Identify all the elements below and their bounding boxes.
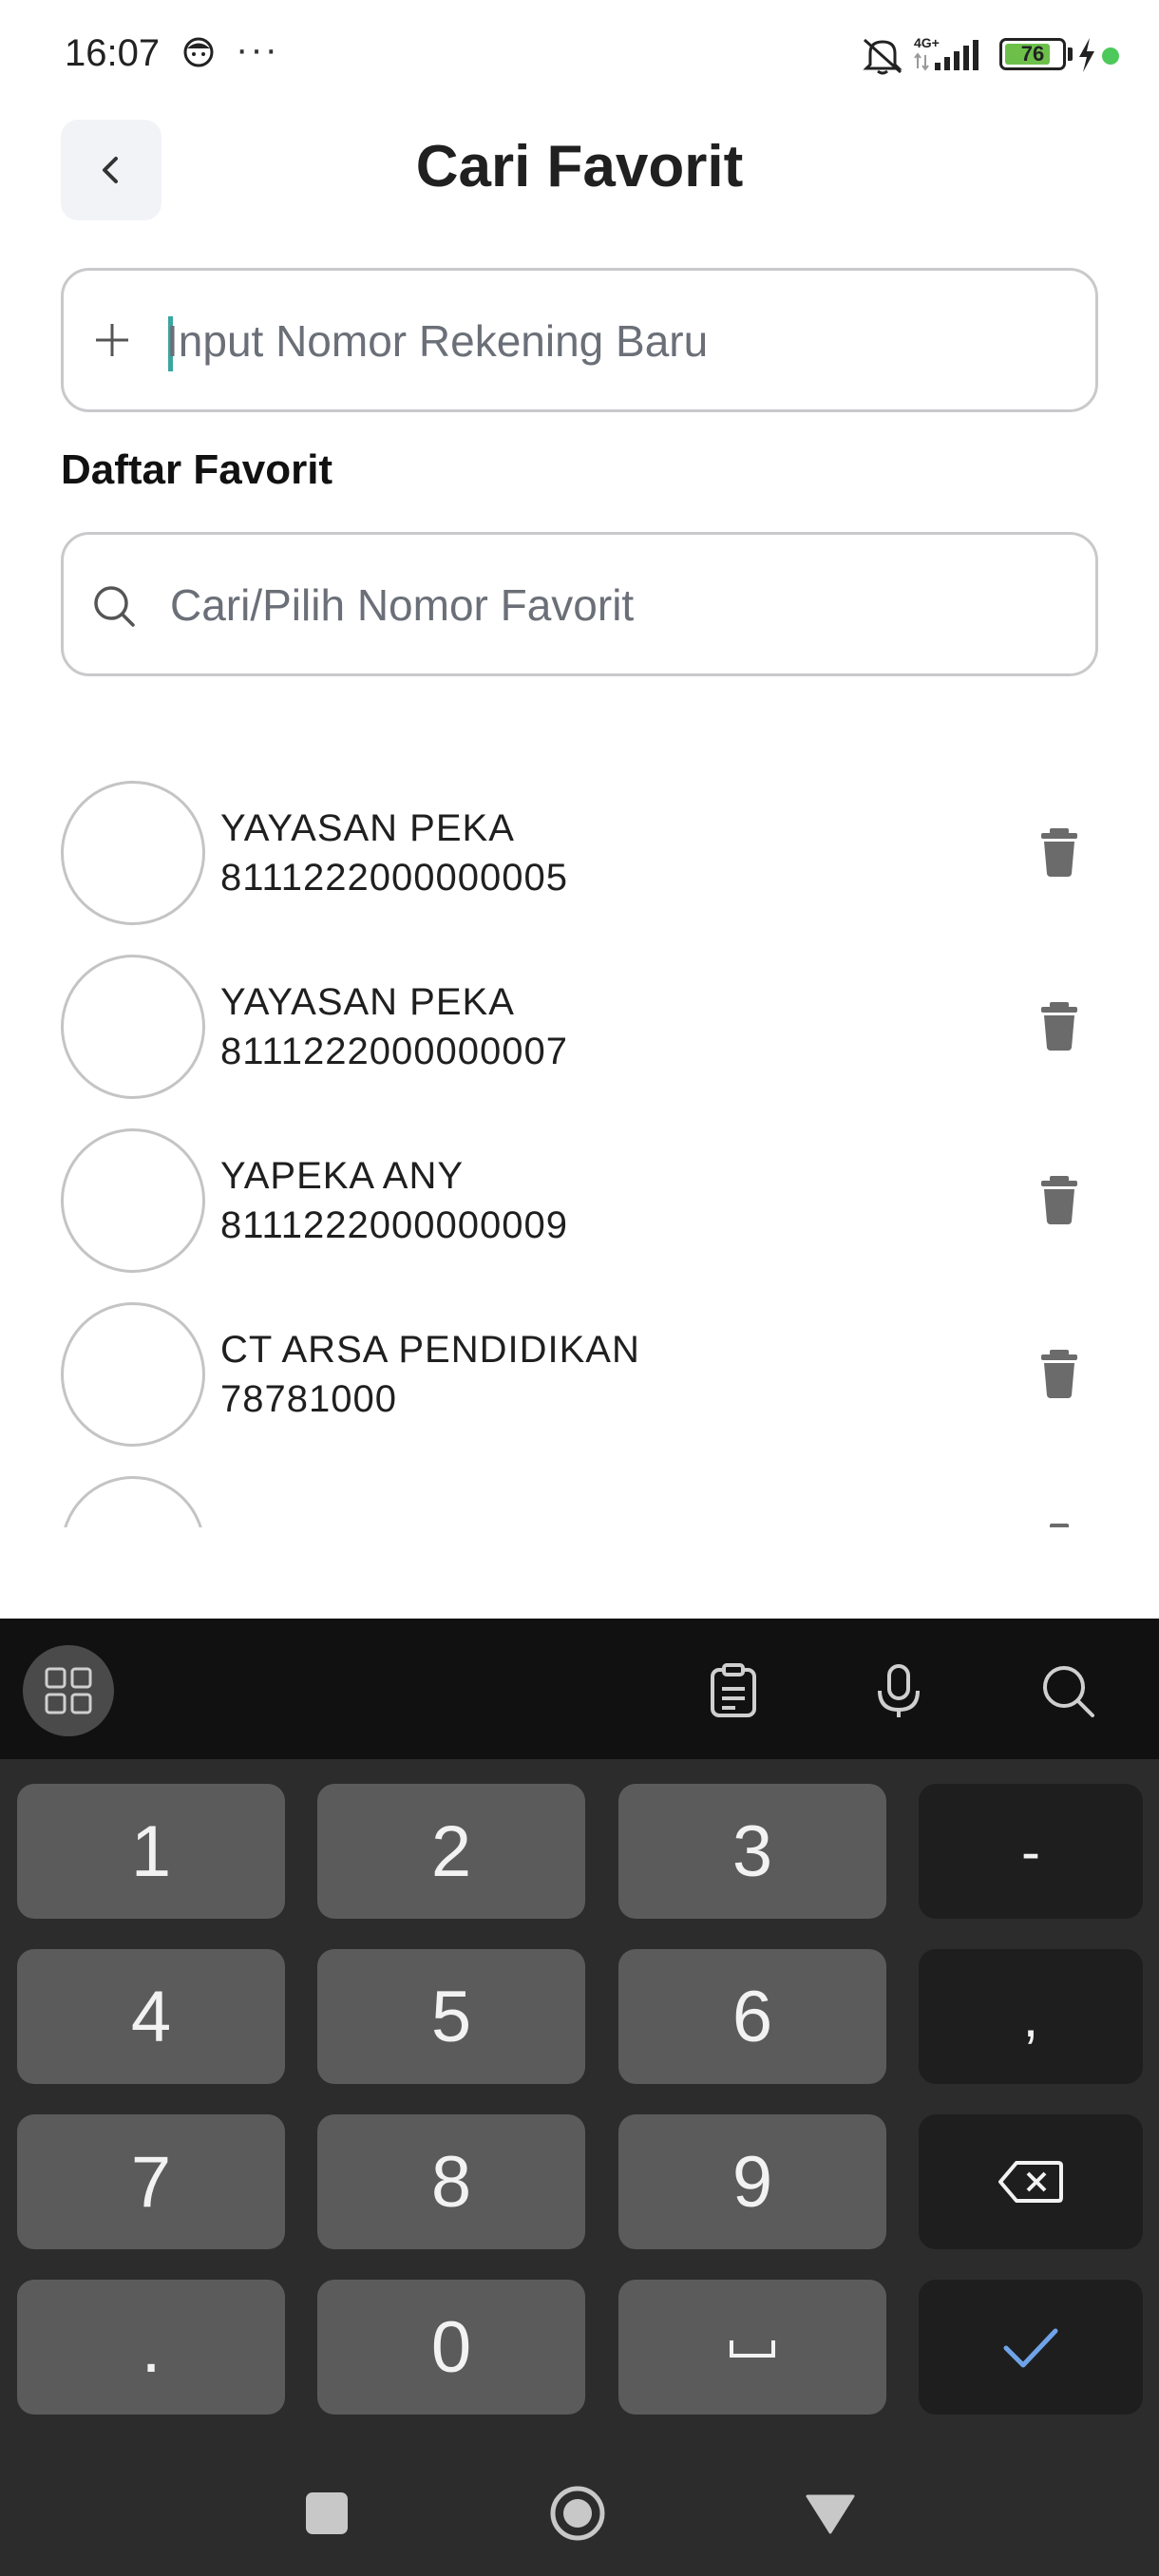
key-5[interactable]: 5 — [317, 1949, 585, 2084]
backspace-icon — [998, 2161, 1063, 2203]
page-title: Cari Favorit — [415, 134, 744, 199]
system-nav-bar — [0, 2432, 1159, 2576]
favorite-item[interactable]: CT ARSA PENDIDIKAN 78781000 — [0, 1287, 1159, 1461]
apps-grid-icon — [45, 1667, 92, 1714]
trash-icon[interactable] — [1036, 1344, 1083, 1401]
trash-icon[interactable] — [1036, 1518, 1083, 1527]
favorite-item[interactable]: YAYASAN PEKA 8111222000000007 — [0, 939, 1159, 1113]
battery-icon: 76 — [999, 38, 1066, 70]
recents-button[interactable] — [306, 2492, 348, 2534]
back-triangle-button[interactable] — [804, 2492, 857, 2536]
key-1[interactable]: 1 — [17, 1784, 285, 1919]
key-4[interactable]: 4 — [17, 1949, 285, 2084]
key-7[interactable]: 7 — [17, 2114, 285, 2249]
favorite-search-input[interactable] — [170, 569, 1063, 641]
status-time: 16:07 — [65, 32, 161, 74]
trash-icon[interactable] — [1036, 823, 1083, 880]
favorite-account-number: 8111222000000007 — [220, 1031, 568, 1072]
key-6[interactable]: 6 — [618, 1949, 886, 2084]
favorite-item[interactable]: YAPEKA ANY 8111222000000009 — [0, 1113, 1159, 1287]
signal-icon: 4G+ — [914, 35, 978, 71]
favorite-account-number: 8111222000000005 — [220, 857, 568, 899]
svg-text:4G+: 4G+ — [914, 35, 940, 50]
avatar — [61, 1128, 205, 1273]
mute-bell-icon — [863, 38, 902, 75]
trash-icon[interactable] — [1036, 996, 1083, 1053]
status-bar: 16:07 ··· 4G+ 76 — [0, 0, 1159, 112]
key-3[interactable]: 3 — [618, 1784, 886, 1919]
apps-grid-button[interactable] — [23, 1645, 114, 1736]
key-done[interactable] — [919, 2280, 1143, 2415]
favorite-name: YAYASAN PEKA — [220, 807, 515, 849]
avatar — [61, 955, 205, 1099]
privacy-dot — [1102, 47, 1119, 65]
more-notifications-icon: ··· — [236, 28, 279, 70]
space-icon — [730, 2340, 775, 2358]
charging-bolt-icon — [1079, 38, 1094, 72]
avatar — [61, 1476, 205, 1527]
key-dot[interactable]: . — [17, 2280, 285, 2415]
avatar — [61, 781, 205, 925]
favorite-search-field[interactable] — [61, 532, 1098, 676]
favorite-name: YAPEKA ANY — [220, 1155, 465, 1197]
notification-face-icon — [183, 37, 214, 67]
key-2[interactable]: 2 — [317, 1784, 585, 1919]
microphone-icon[interactable] — [868, 1660, 929, 1721]
key-dash[interactable]: - — [919, 1784, 1143, 1919]
plus-icon — [96, 324, 128, 356]
favorites-section-title: Daftar Favorit — [61, 446, 333, 493]
search-icon[interactable] — [1037, 1660, 1098, 1721]
battery-tip — [1068, 47, 1073, 61]
key-comma[interactable]: , — [919, 1949, 1143, 2084]
key-9[interactable]: 9 — [618, 2114, 886, 2249]
checkmark-icon — [1003, 2328, 1058, 2368]
favorites-list: YAYASAN PEKA 8111222000000005 YAYASAN PE… — [0, 750, 1159, 1527]
key-0[interactable]: 0 — [317, 2280, 585, 2415]
favorite-account-number: 8111222000000009 — [220, 1204, 568, 1246]
favorite-item-partial[interactable] — [0, 1461, 1159, 1527]
avatar — [61, 1302, 205, 1447]
battery-level: 76 — [1020, 42, 1045, 66]
home-button[interactable] — [549, 2485, 606, 2542]
favorite-name: YAYASAN PEKA — [220, 981, 515, 1023]
keyboard-toolbar — [0, 1619, 1159, 1759]
favorite-name: CT ARSA PENDIDIKAN — [220, 1329, 640, 1371]
new-account-field[interactable] — [61, 268, 1098, 412]
favorite-account-number: 78781000 — [220, 1378, 397, 1420]
clipboard-icon[interactable] — [703, 1660, 764, 1721]
search-icon — [94, 586, 135, 627]
key-space[interactable] — [618, 2280, 886, 2415]
key-8[interactable]: 8 — [317, 2114, 585, 2249]
key-backspace[interactable] — [919, 2114, 1143, 2249]
trash-icon[interactable] — [1036, 1170, 1083, 1227]
new-account-input[interactable] — [166, 305, 1059, 377]
favorite-item[interactable]: YAYASAN PEKA 8111222000000005 — [0, 766, 1159, 939]
